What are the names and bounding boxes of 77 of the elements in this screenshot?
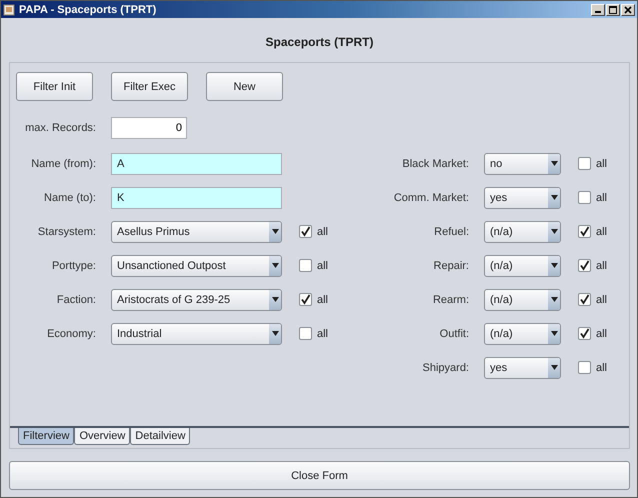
- field-label: Black Market:: [401, 158, 469, 170]
- field-label: max. Records:: [24, 122, 96, 134]
- dropdown[interactable]: Unsanctioned Outpost: [111, 254, 282, 276]
- checkbox-label: all: [596, 260, 608, 272]
- caret-icon: [272, 297, 278, 302]
- field-label: Comm. Market:: [392, 192, 469, 204]
- minimize-button[interactable]: [591, 4, 605, 16]
- caret-icon: [550, 331, 558, 336]
- form-heading: Spaceports (TPRT): [264, 35, 374, 51]
- dropdown[interactable]: Asellus Primus: [111, 220, 282, 242]
- field-label: Porttype:: [50, 260, 96, 272]
- caret-icon: [550, 263, 558, 268]
- caret-icon: [550, 229, 558, 234]
- checkbox-label: all: [596, 294, 608, 306]
- checkbox[interactable]: [299, 225, 312, 238]
- close-icon: [624, 6, 632, 14]
- checkbox[interactable]: [578, 191, 591, 204]
- field-label: Refuel:: [433, 226, 469, 238]
- caret-icon: [550, 161, 558, 166]
- close-form-button[interactable]: Close Form: [9, 461, 630, 490]
- field-label: Faction:: [56, 294, 96, 306]
- field-label: Name (from):: [30, 158, 96, 170]
- checkbox-label: all: [317, 294, 328, 306]
- field-label: Economy:: [46, 328, 96, 340]
- checkbox[interactable]: [578, 361, 591, 374]
- maximize-button[interactable]: [606, 4, 620, 16]
- checkbox-label: all: [317, 328, 328, 340]
- toolbar-button[interactable]: Filter Exec: [111, 72, 188, 101]
- checkbox[interactable]: [578, 327, 591, 340]
- text-field[interactable]: A: [111, 152, 282, 174]
- caret-icon: [550, 195, 558, 200]
- maximize-icon: [609, 6, 617, 14]
- checkbox-label: all: [596, 158, 608, 170]
- dropdown[interactable]: (n/a): [484, 322, 561, 344]
- field-label: Name (to):: [43, 192, 96, 204]
- field-label: Repair:: [432, 260, 469, 272]
- window-title: PAPA - Spaceports (TPRT): [19, 4, 158, 16]
- dropdown[interactable]: (n/a): [484, 254, 561, 276]
- field-label: Shipyard:: [422, 362, 469, 374]
- caret-icon: [272, 263, 278, 268]
- caret-icon: [550, 297, 558, 302]
- field-label: Rearm:: [432, 294, 469, 306]
- text-field[interactable]: K: [111, 186, 282, 208]
- toolbar-button[interactable]: New: [206, 72, 283, 101]
- dropdown[interactable]: yes: [484, 356, 561, 378]
- dropdown[interactable]: yes: [484, 186, 561, 208]
- caret-icon: [550, 365, 558, 370]
- minimize-icon: [595, 11, 601, 13]
- field-label: Outfit:: [438, 328, 469, 340]
- caret-icon: [272, 229, 278, 234]
- checkbox[interactable]: [299, 293, 312, 306]
- toolbar-button[interactable]: Filter Init: [16, 72, 93, 101]
- dropdown[interactable]: no: [484, 152, 561, 174]
- checkbox[interactable]: [299, 327, 312, 340]
- tab[interactable]: Overview: [74, 428, 130, 445]
- checkbox[interactable]: [578, 157, 591, 170]
- dropdown[interactable]: Aristocrats of G 239-25: [111, 288, 282, 310]
- checkbox[interactable]: [578, 293, 591, 306]
- close-button[interactable]: [621, 4, 635, 16]
- checkbox-label: all: [317, 226, 328, 238]
- tab[interactable]: Detailview: [130, 428, 190, 445]
- checkbox[interactable]: [299, 259, 312, 272]
- checkbox[interactable]: [578, 225, 591, 238]
- checkbox-label: all: [596, 226, 608, 238]
- tab[interactable]: Filterview: [18, 428, 74, 445]
- checkbox-label: all: [596, 192, 608, 204]
- field-label: Starsystem:: [36, 226, 96, 238]
- app-icon: [3, 4, 15, 16]
- caret-icon: [272, 331, 278, 336]
- dropdown[interactable]: (n/a): [484, 220, 561, 242]
- checkbox-label: all: [596, 362, 608, 374]
- dropdown[interactable]: (n/a): [484, 288, 561, 310]
- max-records-field[interactable]: 0: [111, 117, 187, 139]
- checkbox-label: all: [596, 328, 608, 340]
- dropdown[interactable]: Industrial: [111, 322, 282, 344]
- checkbox-label: all: [317, 260, 328, 272]
- checkbox[interactable]: [578, 259, 591, 272]
